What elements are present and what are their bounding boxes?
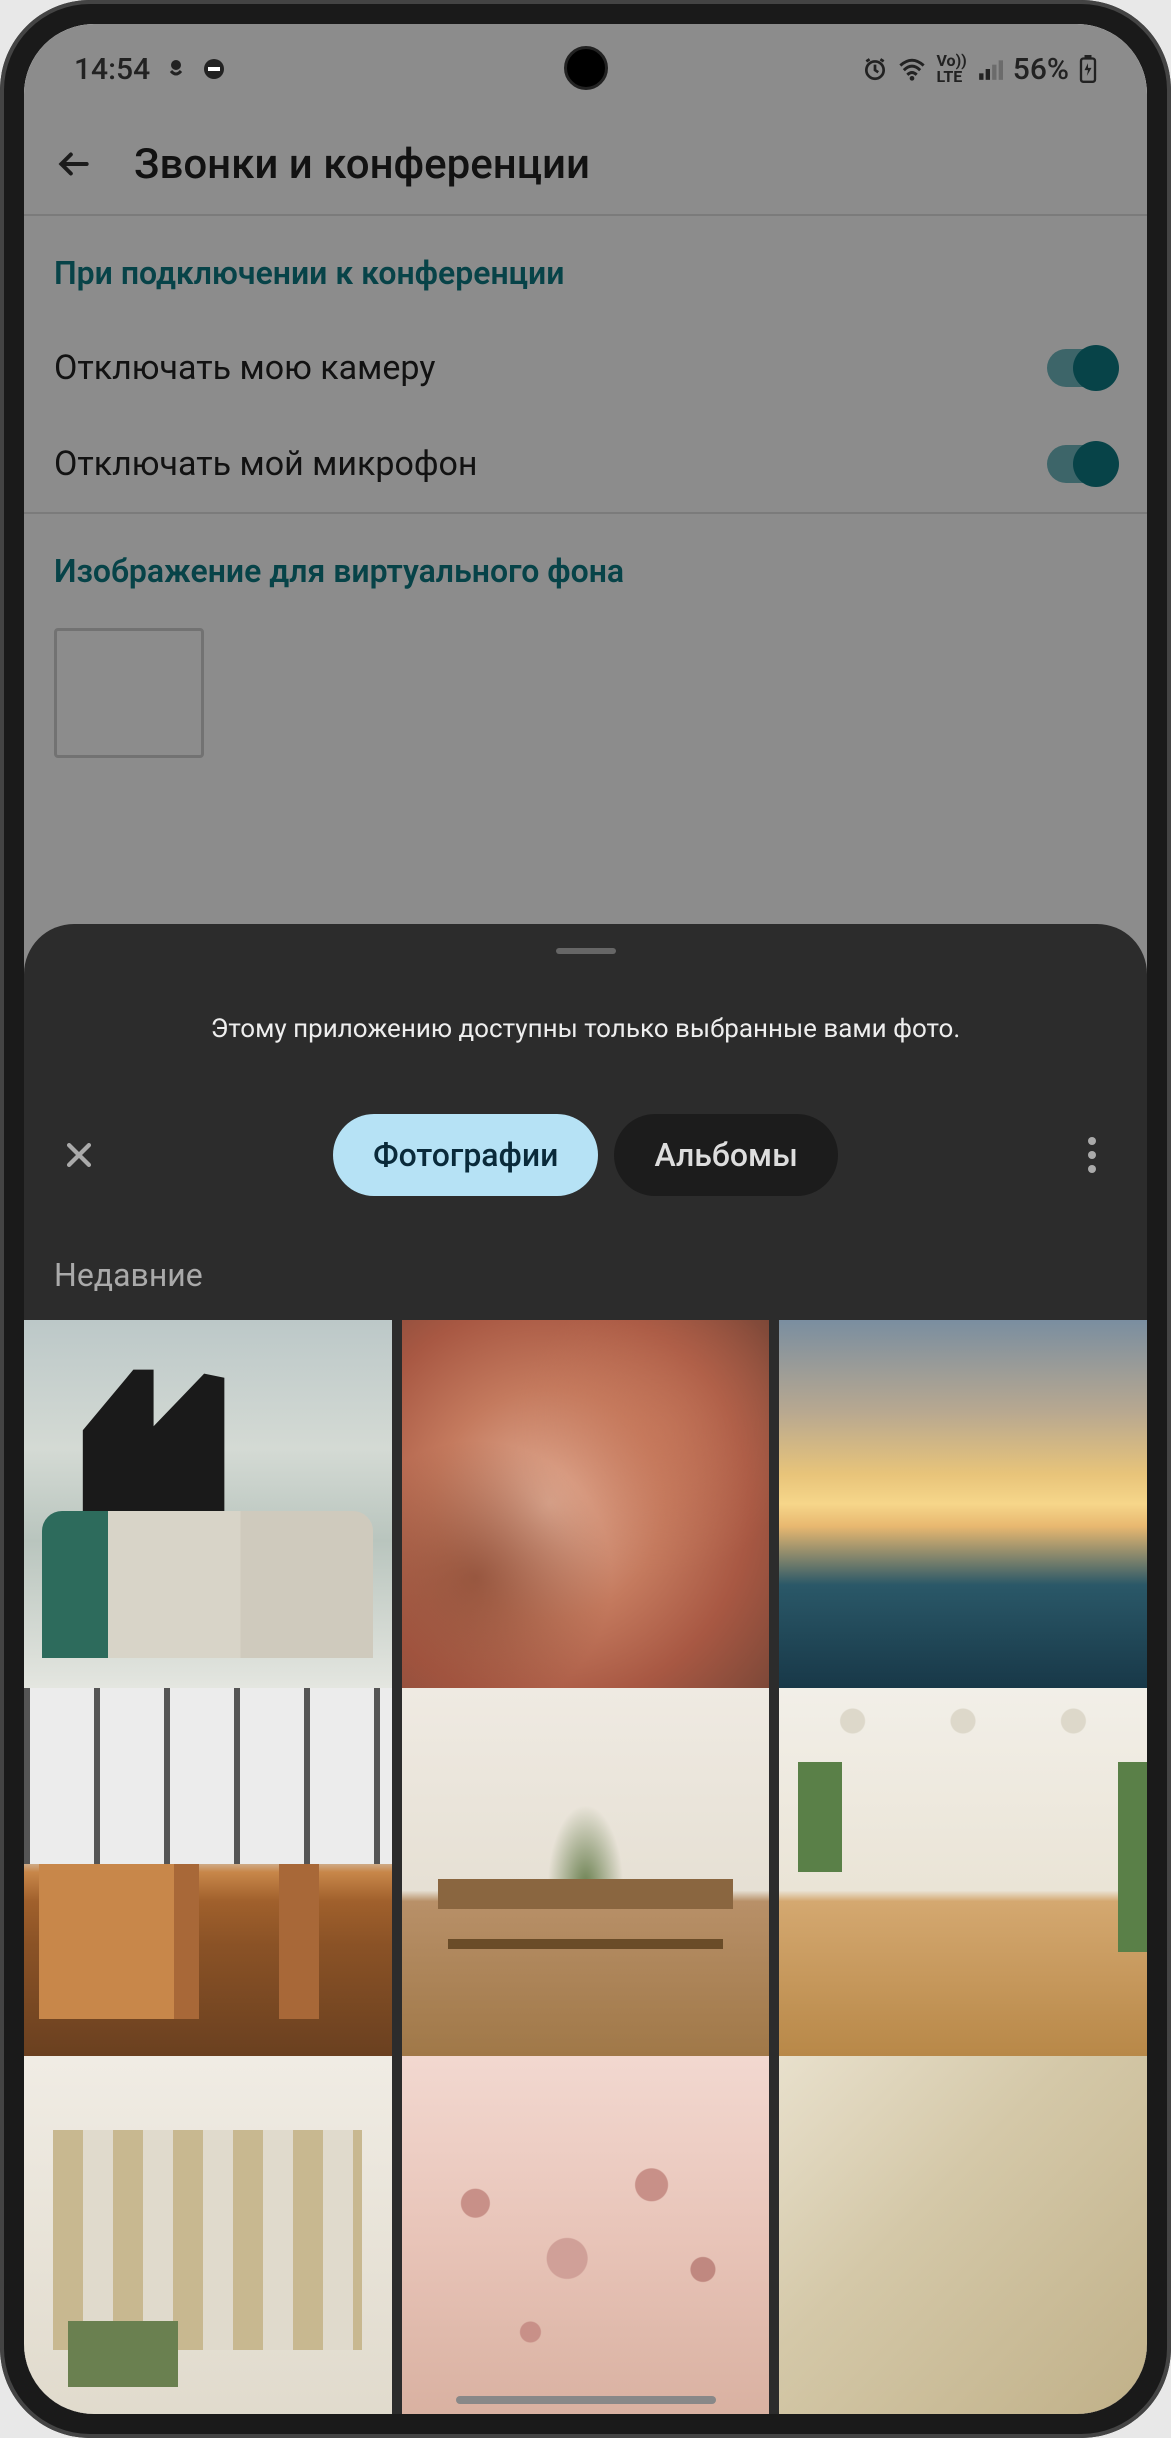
battery-icon: [1079, 55, 1097, 83]
wifi-icon: [898, 55, 926, 83]
sheet-permission-hint: Этому приложению доступны только выбранн…: [24, 954, 1147, 1094]
picker-tabs: Фотографии Альбомы: [128, 1114, 1043, 1196]
volte-icon: Vo))LTE: [936, 53, 966, 85]
phone-screen: 14:54 Vo))LTE: [24, 24, 1147, 2414]
dnd-icon: [202, 57, 226, 81]
photo-thumbnail[interactable]: [24, 2056, 392, 2414]
more-options-button[interactable]: [1067, 1130, 1117, 1180]
close-button[interactable]: [54, 1130, 104, 1180]
tab-albums[interactable]: Альбомы: [614, 1114, 837, 1196]
phone-frame: 14:54 Vo))LTE: [0, 0, 1171, 2438]
photo-picker-sheet: Этому приложению доступны только выбранн…: [24, 924, 1147, 2414]
photo-grid: [24, 1320, 1147, 2414]
sheet-toolbar: Фотографии Альбомы: [24, 1094, 1147, 1216]
photo-thumbnail[interactable]: [779, 1688, 1147, 2056]
photo-thumbnail[interactable]: [24, 1688, 392, 2056]
camera-hole: [564, 46, 608, 90]
navigation-bar-handle[interactable]: [456, 2396, 716, 2404]
section-recent: Недавние: [24, 1216, 1147, 1320]
photo-thumbnail[interactable]: [779, 2056, 1147, 2414]
photo-thumbnail[interactable]: [402, 1320, 770, 1688]
photo-thumbnail[interactable]: [779, 1320, 1147, 1688]
notification-icon: [164, 57, 188, 81]
tab-photos[interactable]: Фотографии: [333, 1114, 598, 1196]
battery-percent: 56%: [1013, 52, 1069, 87]
photo-thumbnail[interactable]: [402, 1688, 770, 2056]
photo-thumbnail[interactable]: [402, 2056, 770, 2414]
alarm-icon: [862, 56, 888, 82]
photo-thumbnail[interactable]: [24, 1320, 392, 1688]
signal-icon: [977, 56, 1003, 82]
status-time: 14:54: [74, 52, 150, 87]
